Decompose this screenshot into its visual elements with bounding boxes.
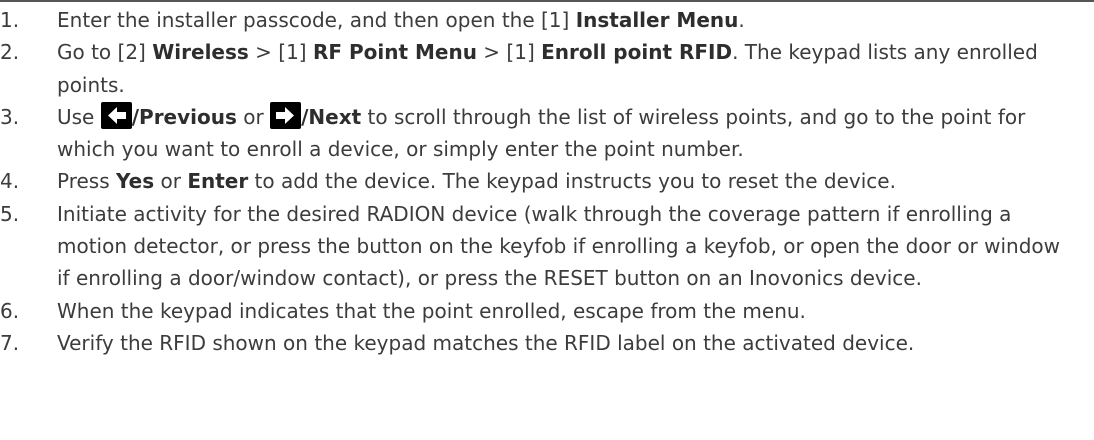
next-term: /Next: [301, 104, 362, 129]
step-text: Verify the RFID shown on the keypad matc…: [57, 330, 915, 355]
step-3: 3. Use /Previous or /Next to scroll thro…: [0, 101, 1094, 166]
wireless-term: Wireless: [152, 40, 249, 65]
step-1: 1. Enter the installer passcode, and the…: [0, 4, 1094, 36]
step-number: 2.: [0, 40, 20, 65]
step-6: 6. When the keypad indicates that the po…: [0, 295, 1094, 327]
enter-term: Enter: [187, 169, 249, 194]
procedure-steps: 1. Enter the installer passcode, and the…: [0, 4, 1094, 359]
previous-term: /Previous: [131, 104, 237, 129]
step-7: 7. Verify the RFID shown on the keypad m…: [0, 327, 1094, 359]
step-number: 3.: [0, 104, 20, 129]
installer-menu-term: Installer Menu: [575, 8, 739, 32]
right-arrow-key-icon: [270, 101, 302, 129]
step-number: 1.: [0, 8, 20, 32]
yes-term: Yes: [116, 169, 155, 194]
step-text: Enter the installer passcode, and then o…: [57, 8, 745, 32]
step-number: 5.: [0, 201, 20, 226]
step-4: 4. Press Yes or Enter to add the device.…: [0, 165, 1094, 197]
step-2: 2. Go to [2] Wireless > [1] RF Point Men…: [0, 36, 1094, 101]
top-rule: [0, 0, 1094, 2]
step-text: When the keypad indicates that the point…: [57, 298, 806, 323]
step-text: Press Yes or Enter to add the device. Th…: [57, 169, 896, 194]
left-arrow-key-icon: [100, 101, 132, 129]
enroll-point-rfid-term: Enroll point RFID: [541, 40, 733, 65]
step-number: 7.: [0, 330, 20, 355]
step-text: Initiate activity for the desired RADION…: [57, 201, 1061, 291]
step-5: 5. Initiate activity for the desired RAD…: [0, 198, 1094, 295]
step-number: 6.: [0, 298, 20, 323]
rf-point-menu-term: RF Point Menu: [312, 40, 477, 65]
step-text: Use /Previous or /Next to scroll through…: [57, 101, 1094, 166]
step-number: 4.: [0, 169, 20, 194]
step-text: Go to [2] Wireless > [1] RF Point Menu >…: [57, 40, 1038, 97]
